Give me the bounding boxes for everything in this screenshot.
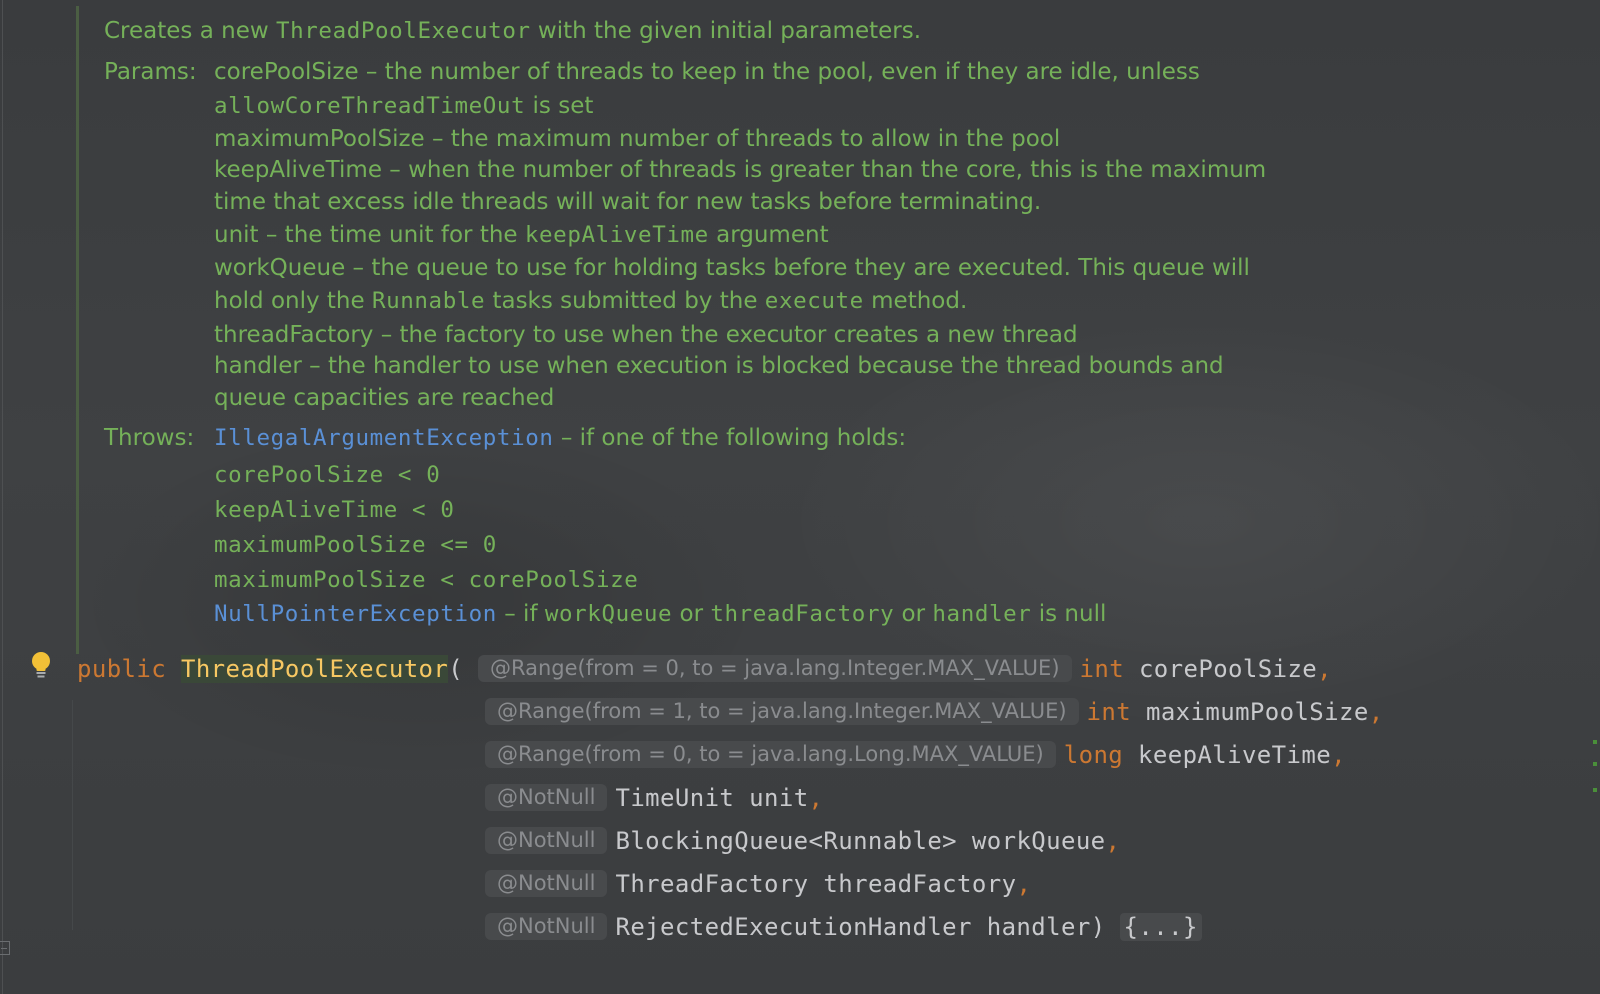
method-name[interactable]: ThreadPoolExecutor	[180, 655, 449, 683]
param-type: RejectedExecutionHandler	[615, 913, 972, 941]
param-type: int	[1086, 698, 1132, 726]
exception-link[interactable]: NullPointerException	[214, 601, 497, 627]
doc-code-ref: ThreadPoolExecutor	[275, 18, 531, 44]
doc-param-line: keepAliveTime – when the number of threa…	[214, 157, 1267, 183]
doc-throws-condition: corePoolSize < 0	[214, 462, 441, 488]
inlay-annotation-hint: @NotNull	[485, 870, 608, 897]
param-type: BlockingQueue<Runnable>	[615, 827, 958, 855]
code-line-param[interactable]: @NotNull ThreadFactory threadFactory,	[485, 870, 1031, 898]
doc-code-ref: allowCoreThreadTimeOut	[214, 93, 526, 119]
doc-param-line: maximumPoolSize – the maximum number of …	[214, 126, 1061, 152]
code-indent-guide	[72, 700, 73, 930]
inlay-annotation-hint: @NotNull	[485, 827, 608, 854]
doc-throws-condition: maximumPoolSize < corePoolSize	[214, 567, 639, 593]
doc-param-line: workQueue – the queue to use for holding…	[214, 255, 1250, 281]
doc-params-label: Params:	[104, 59, 197, 85]
doc-code-ref: workQueue	[544, 601, 673, 627]
doc-throws-label: Throws:	[104, 425, 195, 451]
doc-param-line: unit – the time unit for the keepAliveTi…	[214, 222, 829, 248]
doc-param-line: threadFactory – the factory to use when …	[214, 322, 1078, 348]
param-name: unit	[749, 784, 809, 812]
doc-throws-line: IllegalArgumentException – if one of the…	[214, 425, 907, 451]
doc-summary: Creates a new ThreadPoolExecutor with th…	[104, 18, 922, 44]
param-name: workQueue	[971, 827, 1106, 855]
doc-param-line: queue capacities are reached	[214, 385, 555, 411]
doc-throws-line: NullPointerException – if workQueue or t…	[214, 601, 1107, 627]
param-name: handler	[986, 913, 1091, 941]
doc-code-ref: Runnable	[371, 288, 486, 314]
doc-code-ref: threadFactory	[710, 601, 895, 627]
doc-param-line: allowCoreThreadTimeOut is set	[214, 93, 594, 119]
doc-throws-condition: maximumPoolSize <= 0	[214, 532, 497, 558]
param-type: TimeUnit	[615, 784, 735, 812]
modifier-keyword: public	[77, 655, 167, 683]
scrollbar-change-markers	[1593, 740, 1597, 798]
doc-param-line: handler – the handler to use when execut…	[214, 353, 1224, 379]
doc-throws-condition: keepAliveTime < 0	[214, 497, 455, 523]
param-name: threadFactory	[823, 870, 1017, 898]
exception-link[interactable]: IllegalArgumentException	[214, 425, 554, 451]
param-name: keepAliveTime	[1138, 741, 1332, 769]
param-type: ThreadFactory	[615, 870, 809, 898]
doc-param-line: hold only the Runnable tasks submitted b…	[214, 288, 968, 314]
inlay-annotation-hint: @Range(from = 0, to = java.lang.Long.MAX…	[485, 741, 1056, 768]
code-line-param[interactable]: @NotNull BlockingQueue<Runnable> workQueu…	[485, 827, 1120, 855]
param-name: maximumPoolSize	[1145, 698, 1369, 726]
doc-param-line: time that excess idle threads will wait …	[214, 189, 1042, 215]
doc-param-line: corePoolSize – the number of threads to …	[214, 59, 1200, 85]
editor-gutter-line	[2, 0, 3, 994]
code-line-signature[interactable]: public ThreadPoolExecutor( @Range(from =…	[77, 655, 1332, 683]
param-type: int	[1079, 655, 1125, 683]
inlay-annotation-hint: @Range(from = 0, to = java.lang.Integer.…	[477, 655, 1072, 682]
param-name: corePoolSize	[1138, 655, 1318, 683]
code-line-param[interactable]: @NotNull RejectedExecutionHandler handler…	[485, 913, 1202, 941]
doc-code-ref: keepAliveTime	[524, 222, 709, 248]
param-type: long	[1063, 741, 1124, 769]
folded-body[interactable]: {...}	[1119, 913, 1202, 941]
doc-code-ref: execute	[764, 288, 864, 314]
code-line-param[interactable]: @NotNull TimeUnit unit,	[485, 784, 823, 812]
rendered-doc-marker	[76, 6, 79, 654]
inlay-annotation-hint: @Range(from = 1, to = java.lang.Integer.…	[485, 698, 1079, 725]
code-line-param[interactable]: @Range(from = 1, to = java.lang.Integer.…	[485, 698, 1384, 726]
inlay-annotation-hint: @NotNull	[485, 913, 608, 940]
inlay-annotation-hint: @NotNull	[485, 784, 608, 811]
doc-code-ref: handler	[932, 601, 1032, 627]
fold-collapse-icon[interactable]	[0, 941, 10, 955]
code-line-param[interactable]: @Range(from = 0, to = java.lang.Long.MAX…	[485, 741, 1346, 769]
lightbulb-icon[interactable]	[30, 651, 52, 681]
